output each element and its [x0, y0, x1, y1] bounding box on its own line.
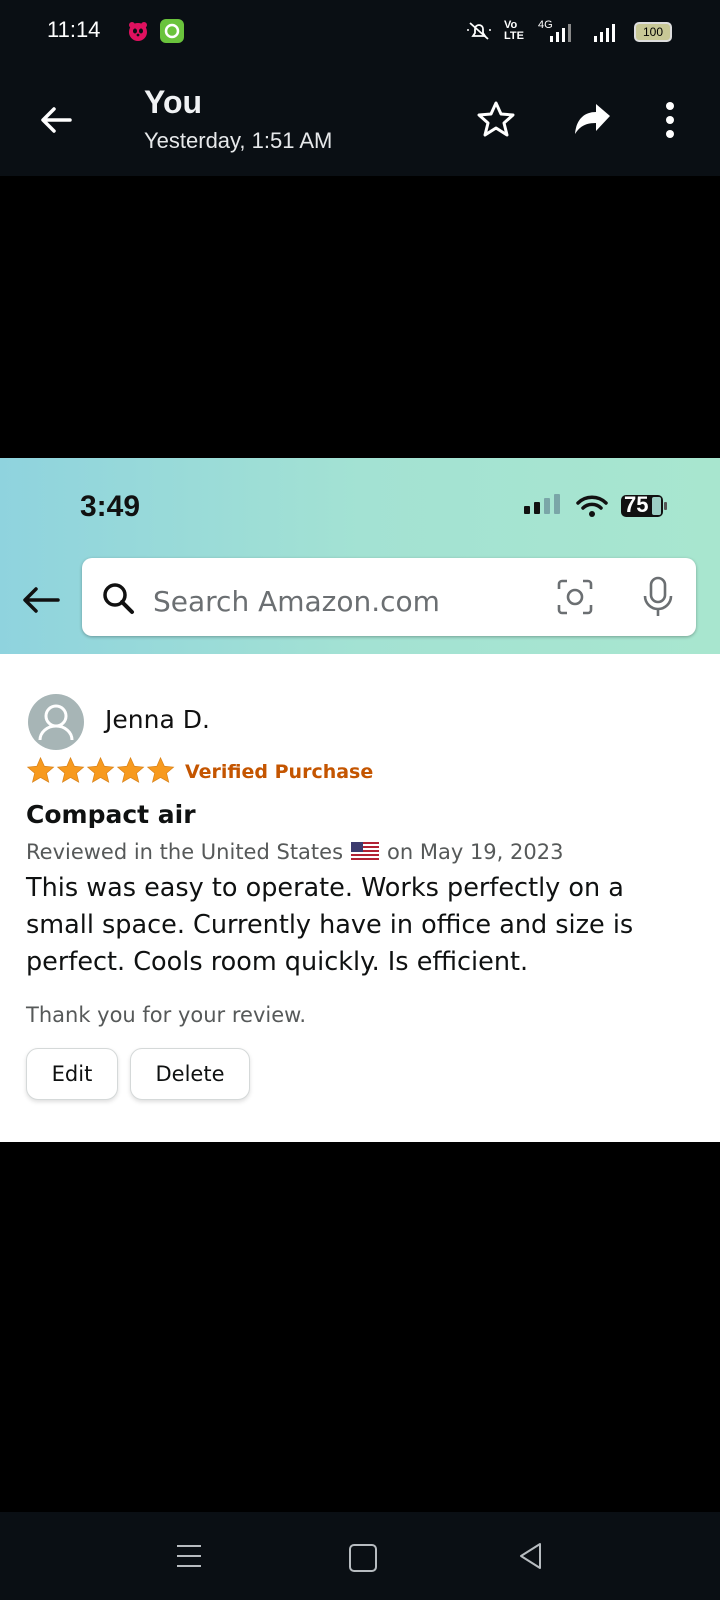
ios-signal-icon [524, 494, 560, 514]
amazon-back-arrow-icon[interactable] [20, 582, 62, 618]
share-icon[interactable] [568, 98, 618, 142]
camera-scan-icon[interactable] [556, 578, 594, 616]
star-rating [26, 756, 175, 785]
review-title: Compact air [26, 800, 196, 829]
verified-purchase-badge: Verified Purchase [185, 761, 374, 783]
star-icon [146, 756, 175, 783]
review-meta-prefix: Reviewed in the United States [26, 840, 344, 864]
star-icon[interactable] [474, 98, 518, 142]
thank-you-text: Thank you for your review. [26, 1003, 307, 1027]
green-app-icon [160, 19, 184, 43]
review-meta-date: on May 19, 2023 [387, 840, 564, 864]
signal-strength-icon-1 [548, 24, 578, 49]
search-icon [100, 580, 136, 616]
avatar [28, 694, 84, 750]
delete-button[interactable]: Delete [130, 1048, 250, 1100]
viewer-title: You [144, 84, 203, 120]
search-placeholder: Search Amazon.com [153, 585, 440, 618]
edit-button[interactable]: Edit [26, 1048, 118, 1100]
signal-strength-icon-2 [592, 24, 622, 49]
nav-back-icon[interactable] [518, 1541, 544, 1571]
star-icon [116, 756, 145, 783]
star-icon [56, 756, 85, 783]
microphone-icon[interactable] [640, 576, 676, 618]
volte-indicator: Vo LTE [504, 19, 524, 42]
review-meta: Reviewed in the United States on May 19,… [26, 840, 563, 864]
mute-icon [466, 20, 492, 47]
star-icon [26, 756, 55, 783]
review-body: This was easy to operate. Works perfectl… [26, 873, 634, 977]
star-icon [86, 756, 115, 783]
panda-app-icon [126, 19, 150, 43]
ios-time: 3:49 [80, 490, 141, 523]
battery-indicator: 100 [634, 22, 672, 42]
recent-apps-icon[interactable] [175, 1543, 203, 1569]
more-vert-icon[interactable] [660, 100, 680, 144]
us-flag-icon [351, 842, 380, 862]
back-arrow-icon[interactable] [36, 100, 76, 140]
viewer-subtitle: Yesterday, 1:51 AM [144, 128, 333, 153]
home-icon[interactable] [349, 1544, 377, 1572]
ios-wifi-icon [576, 494, 608, 518]
reviewer-name: Jenna D. [105, 705, 210, 734]
status-time: 11:14 [47, 17, 101, 42]
ios-battery-level: 75 [624, 492, 649, 517]
